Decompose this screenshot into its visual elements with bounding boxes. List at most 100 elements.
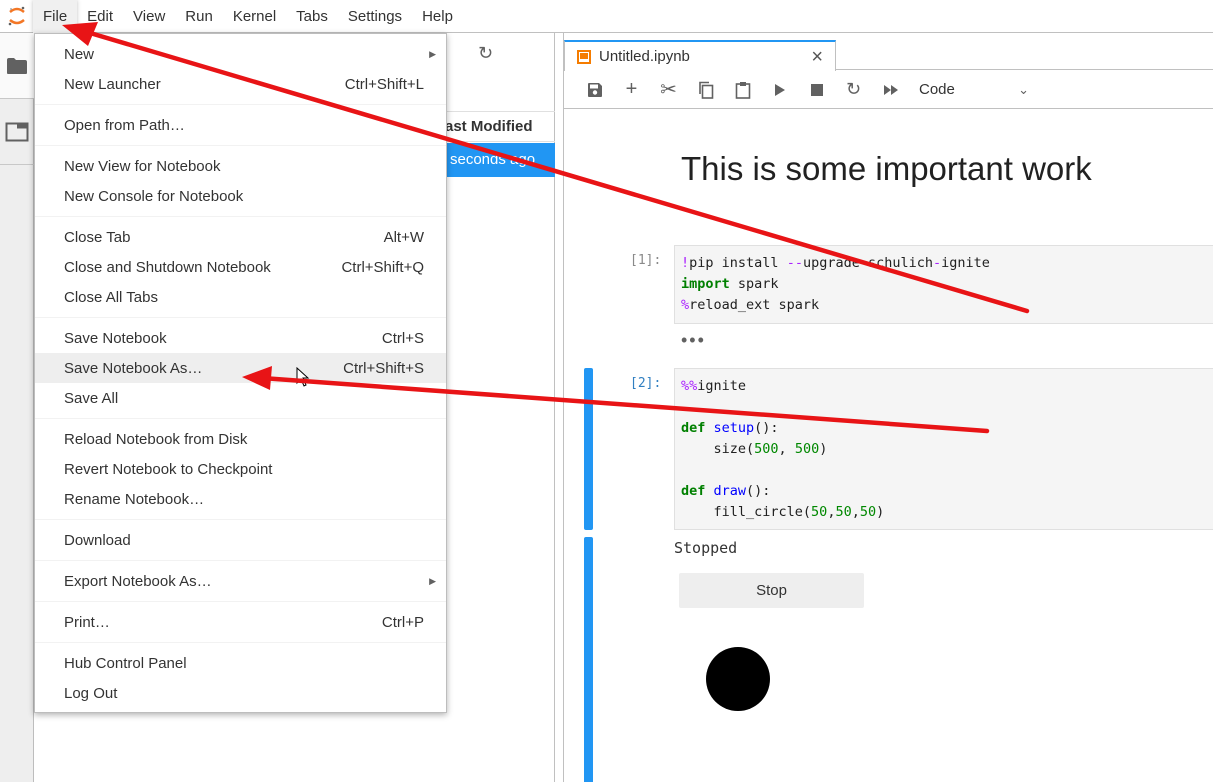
menu-item-close-all-tabs[interactable]: Close All Tabs [35,282,446,312]
menu-item-label: Log Out [64,684,118,702]
menu-item-label: Save Notebook [64,329,167,347]
code-token: fill_circle( [681,504,812,520]
cell-prompt: [1]: [630,253,662,268]
fast-forward-icon[interactable] [872,76,909,104]
stop-button[interactable]: Stop [679,573,864,608]
code-token: %% [681,378,698,394]
code-line: import spark [681,274,1212,295]
menu-separator [35,145,446,146]
code-token: 50 [835,504,852,520]
menu-item-download[interactable]: Download [35,525,446,555]
jupyter-logo-icon[interactable] [0,0,33,33]
menu-item-shortcut: Alt+W [383,228,424,246]
menu-settings[interactable]: Settings [338,0,412,33]
menu-item-label: Hub Control Panel [64,654,187,672]
notebook-icon [577,49,591,64]
menu-item-label: Close Tab [64,228,131,246]
cell-collapser[interactable] [584,368,593,530]
tab-untitled-notebook[interactable]: Untitled.ipynb × [564,40,836,71]
copy-icon[interactable] [687,76,724,104]
chevron-down-icon: ⌄ [1018,81,1029,97]
stop-icon[interactable] [798,76,835,104]
menu-kernel[interactable]: Kernel [223,0,286,33]
menu-run[interactable]: Run [175,0,223,33]
tab-title: Untitled.ipynb [599,48,690,65]
close-icon[interactable]: × [811,46,823,69]
menu-separator [35,601,446,602]
menu-tabs[interactable]: Tabs [286,0,338,33]
code-token: reload_ext spark [689,297,820,313]
menu-item-close-tab[interactable]: Close Tab Alt+W [35,222,446,252]
menu-view[interactable]: View [123,0,175,33]
submenu-arrow-icon: ▶ [429,575,436,586]
cell-type-select[interactable]: Code ⌄ [919,81,1029,98]
markdown-heading: This is some important work [681,150,1092,187]
last-modified-column-header[interactable]: ast Modified [445,118,533,135]
menu-item-shortcut: Ctrl+Shift+Q [341,258,424,276]
menu-item-shortcut: Ctrl+P [381,613,424,631]
code-token: 50 [811,504,828,520]
menu-item-revert-notebook-to-checkpoint[interactable]: Revert Notebook to Checkpoint [35,454,446,484]
code-line: size(500, 500) [681,439,1212,460]
menu-file[interactable]: File [33,0,78,33]
cut-icon[interactable]: ✂ [650,76,687,104]
open-tabs-tab[interactable] [0,99,34,165]
code-line: def setup(): [681,418,1212,439]
menu-item-label: Export Notebook As… [64,572,212,590]
menu-item-log-out[interactable]: Log Out [35,678,446,708]
menu-item-new-view-for-notebook[interactable]: New View for Notebook [35,151,446,181]
menu-item-shortcut: Ctrl+Shift+S [343,359,424,377]
code-token: def [681,483,706,499]
menu-item-new-launcher[interactable]: New Launcher Ctrl+Shift+L [35,69,446,99]
menu-item-rename-notebook[interactable]: Rename Notebook… [35,484,446,514]
menu-help[interactable]: Help [412,0,463,33]
menu-separator [35,418,446,419]
menu-item-new[interactable]: New ▶ [35,39,446,69]
code-token: setup [713,420,755,436]
code-token: ) [819,441,828,457]
file-modified-cell: seconds ago [445,143,555,177]
menu-item-open-from-path[interactable]: Open from Path… [35,110,446,140]
code-cell-input[interactable]: %%ignite def setup(): size(500, 500) def d… [674,368,1213,530]
run-icon[interactable] [761,76,798,104]
code-token: (): [754,420,779,436]
menu-bar: File Edit View Run Kernel Tabs Settings Help [0,0,1213,33]
code-token: % [681,297,690,313]
code-token: pip install [689,255,787,271]
restart-icon[interactable]: ↻ [835,76,872,104]
output-canvas-circle [706,647,770,711]
output-collapser[interactable] [584,537,593,782]
add-cell-icon[interactable]: + [613,76,650,104]
menu-separator [35,317,446,318]
menu-item-reload-notebook-from-disk[interactable]: Reload Notebook from Disk [35,424,446,454]
panel-divider[interactable] [556,33,564,782]
paste-icon[interactable] [724,76,761,104]
menu-edit[interactable]: Edit [77,0,123,33]
save-icon[interactable] [576,76,613,104]
menu-item-hub-control-panel[interactable]: Hub Control Panel [35,648,446,678]
collapsed-output-ellipsis[interactable]: ••• [681,330,706,351]
code-cell-input[interactable]: !pip install --upgrade schulich-ignite im… [674,245,1213,324]
menu-item-save-all[interactable]: Save All [35,383,446,413]
menu-item-save-notebook[interactable]: Save Notebook Ctrl+S [35,323,446,353]
menu-item-save-notebook-as[interactable]: Save Notebook As… Ctrl+Shift+S [35,353,446,383]
menu-item-print[interactable]: Print… Ctrl+P [35,607,446,637]
code-token: draw [713,483,747,499]
menu-item-close-and-shutdown-notebook[interactable]: Close and Shutdown Notebook Ctrl+Shift+Q [35,252,446,282]
code-token: 500 [794,441,820,457]
submenu-arrow-icon: ▶ [429,48,436,59]
menu-item-new-console-for-notebook[interactable]: New Console for Notebook [35,181,446,211]
code-token: ! [681,255,690,271]
mouse-cursor-icon [296,367,310,387]
code-token: def [681,420,706,436]
menu-item-export-notebook-as[interactable]: Export Notebook As… ▶ [35,566,446,596]
file-browser-tab[interactable] [0,33,34,99]
menu-separator [35,216,446,217]
refresh-icon[interactable]: ↻ [478,43,493,64]
tab-bar: Untitled.ipynb × [564,33,1213,71]
code-token: spark [729,276,779,292]
cell-type-value: Code [919,81,955,98]
